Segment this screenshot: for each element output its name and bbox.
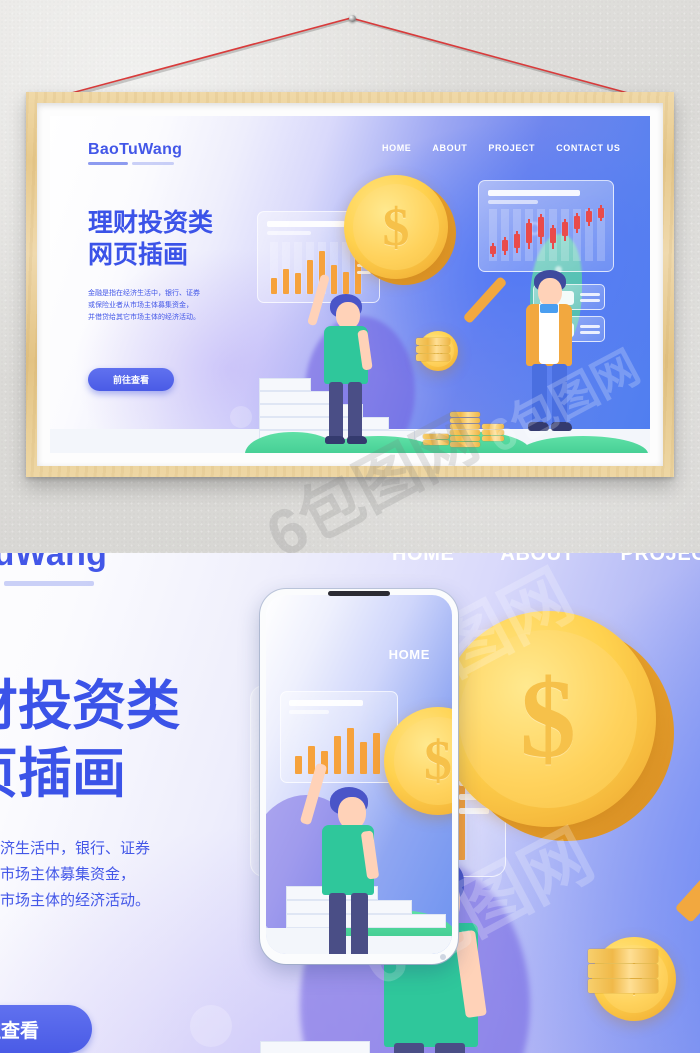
phone-notch (328, 591, 390, 596)
dollar-sign-icon: $ (424, 730, 452, 792)
dollar-sign-icon: $ (382, 197, 410, 257)
cash-bundle (588, 949, 658, 994)
cta-button[interactable]: 前往查看 (88, 368, 174, 391)
nav-item-project[interactable]: PROJECT (621, 553, 700, 566)
bar (283, 269, 289, 294)
head (538, 278, 562, 306)
leg (351, 893, 368, 954)
bow-tie (540, 304, 558, 313)
candle (586, 211, 592, 222)
hero-headline-line2: 网页插画 (88, 241, 189, 269)
bar (295, 756, 302, 774)
panel-title-bar (488, 190, 580, 196)
hero-headline-line1: 理财投资类 (0, 676, 180, 736)
leg (348, 382, 362, 440)
decor-dot (190, 1005, 232, 1047)
hero-paragraph-line2: 或保险业者从市场主体募集资金， (88, 302, 193, 309)
step (259, 378, 311, 391)
leg (329, 382, 343, 440)
phone-screen: HOME $ (266, 595, 452, 954)
frame-mat: BaoTuWang HOME ABOUT PROJECT CONTACT US … (37, 103, 663, 466)
nav-item-project[interactable]: PROJECT (488, 143, 535, 153)
phone-nav-home[interactable]: HOME (389, 647, 430, 662)
candle (514, 234, 520, 248)
logo[interactable]: BaoTuWang (0, 553, 107, 574)
nav-item-home[interactable]: HOME (382, 143, 411, 153)
nav-item-contact-us[interactable]: CONTACT US (556, 143, 620, 153)
person-green-shirt (299, 755, 394, 954)
bar (295, 273, 301, 294)
panel-title-bar (267, 221, 345, 227)
leg (394, 1043, 424, 1053)
nav-item-home[interactable]: HOME (392, 553, 454, 566)
coin-inner: $ (394, 717, 452, 805)
hero-paragraph-line3: 并借贷给其它市场主体的经济活动。 (88, 314, 200, 321)
candle (598, 208, 604, 218)
candle (550, 228, 556, 243)
logo[interactable]: BaoTuWang (88, 141, 182, 159)
candle (502, 240, 508, 251)
webpage-artwork-top: BaoTuWang HOME ABOUT PROJECT CONTACT US … (50, 116, 650, 453)
candle (538, 217, 544, 237)
logo-underline-soft (4, 581, 94, 586)
hero-headline-line2: 网页插画 (0, 744, 126, 804)
hero-paragraph-line1: 金融是指在经济生活中，银行、证券 (88, 290, 200, 297)
panel-subtitle-bar (488, 200, 538, 204)
panel-subtitle-bar (267, 231, 311, 235)
hero-paragraph-line1: 金融是指在经济生活中，银行、证券 (0, 840, 151, 857)
leg (329, 893, 346, 954)
phone-camera-dot (440, 954, 446, 960)
person-green-shirt (307, 264, 378, 453)
cta-button[interactable]: 前往查看 (0, 1005, 92, 1053)
leg (435, 1043, 465, 1053)
dollar-sign-icon: $ (520, 656, 576, 781)
hero-paragraph-line3: 并借贷给其它市场主体的经济活动。 (0, 892, 151, 909)
panel-title-bar (289, 700, 363, 706)
candle (526, 223, 532, 243)
candle (574, 216, 580, 229)
phone-mockup: HOME $ (260, 589, 458, 964)
nav-item-about[interactable]: ABOUT (432, 143, 467, 153)
page-root: BaoTuWang HOME ABOUT PROJECT CONTACT US … (0, 0, 700, 1053)
cash-bundle (416, 338, 450, 362)
picture-frame: BaoTuWang HOME ABOUT PROJECT CONTACT US … (26, 92, 674, 477)
nail-icon (349, 15, 356, 22)
shirt (539, 304, 559, 364)
bar (271, 278, 277, 294)
shoe (325, 436, 345, 444)
decor-dot (230, 406, 252, 428)
head (336, 302, 360, 329)
logo-underline-strong (88, 162, 128, 165)
raised-arm (299, 762, 328, 826)
raised-arm (307, 273, 330, 327)
main-nav: HOME ABOUT PROJECT CONTACT US (382, 143, 620, 153)
hero-paragraph-line2: 或保险业者从市场主体募集资金， (0, 866, 136, 883)
logo-underline-soft (132, 162, 174, 165)
candle (490, 246, 496, 254)
panel-subtitle-bar (289, 710, 329, 714)
hero-headline-line1: 理财投资类 (88, 209, 214, 237)
candle (562, 222, 568, 236)
coin-inner: $ (353, 184, 439, 270)
